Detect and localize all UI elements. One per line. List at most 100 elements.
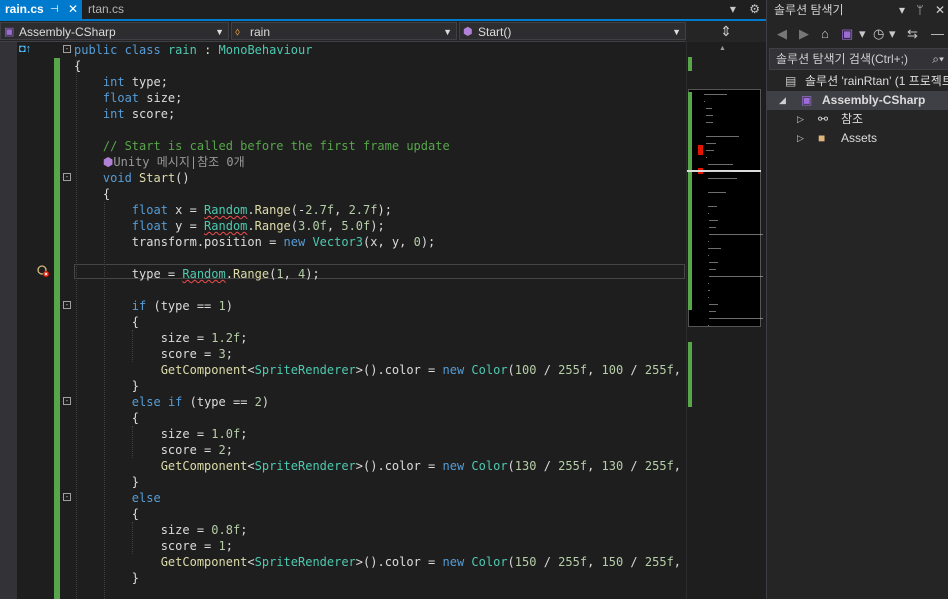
minimap-line (707, 178, 737, 179)
code-text: } (74, 571, 140, 585)
minimap-change-mark (688, 342, 692, 407)
tree-item-assets[interactable]: ▷ ■ Assets (767, 129, 948, 148)
code-line[interactable]: { (0, 314, 686, 330)
chevron-down-icon[interactable]: ▾ (889, 22, 896, 46)
collapse-toggle-icon[interactable]: - (63, 397, 71, 406)
switch-views-icon[interactable]: ▣ (841, 22, 853, 46)
tree-item-project[interactable]: ◢ ▣ Assembly-CSharp (767, 91, 948, 110)
solution-explorer: 솔루션 탐색기 ▾ ᛘ ✕ ◀ ▶ ⌂ ▣ ▾ ◷ ▾ ⇆ — 솔루션 탐색기 … (766, 0, 948, 599)
code-line[interactable]: { (0, 506, 686, 522)
code-line[interactable]: GetComponent<SpriteRenderer>().color = n… (0, 458, 686, 474)
code-line[interactable]: } (0, 570, 686, 586)
minimap-line (705, 122, 713, 123)
forward-icon[interactable]: ▶ (799, 22, 809, 46)
tree-item-solution[interactable]: ▤ 솔루션 'rainRtan' (1 프로젝트 (767, 72, 948, 91)
member-dropdown[interactable]: ⬢ Start() ▼ (459, 22, 686, 40)
code-line[interactable]: size = 1.0f; (0, 426, 686, 442)
minimap-line (707, 255, 709, 256)
code-text: GetComponent<SpriteRenderer>().color = n… (160, 555, 682, 569)
home-icon[interactable]: ⌂ (821, 22, 829, 46)
split-window-handle[interactable]: ⇕ (686, 21, 766, 42)
class-dropdown[interactable]: ⬨ rain ▼ (231, 22, 457, 40)
code-line[interactable]: - void Start() (0, 170, 686, 186)
code-text: transform.position = new Vector3(x, y, 0… (74, 235, 436, 249)
tab-rtan-cs[interactable]: rtan.cs (88, 0, 148, 19)
code-line[interactable]: GetComponent<SpriteRenderer>().color = n… (0, 362, 686, 378)
code-text: size = 1.2f; (74, 331, 248, 345)
code-line[interactable]: type = Random.Range(1, 4); (0, 266, 686, 282)
tab-rain-cs[interactable]: rain.cs ⊣ ✕ (0, 0, 82, 19)
search-icon[interactable]: ⌕▾ (932, 49, 944, 69)
code-line[interactable]: } (0, 378, 686, 394)
minimap-line (705, 136, 740, 137)
map-mode-scrollbar[interactable]: ▲ (686, 42, 767, 599)
scroll-up-icon[interactable]: ▲ (719, 45, 726, 52)
code-line[interactable] (0, 250, 686, 266)
tree-item-references[interactable]: ▷ ⚯ 참조 (767, 110, 948, 129)
code-line[interactable]: - else if (type == 2) (0, 394, 686, 410)
pin-icon[interactable]: ᛘ (916, 3, 923, 17)
minimap-line (707, 164, 733, 165)
project-dropdown[interactable]: ▣ Assembly-CSharp ▼ (0, 22, 229, 40)
sync-icon[interactable]: ⇆ (907, 22, 918, 46)
code-line[interactable]: { (0, 186, 686, 202)
code-line[interactable]: size = 0.8f; (0, 522, 686, 538)
chevron-down-icon[interactable]: ▾ (859, 22, 866, 46)
code-line[interactable]: - public class rain : MonoBehaviour (0, 42, 686, 58)
minimap-error-mark (698, 145, 703, 155)
code-line[interactable]: int type; (0, 74, 686, 90)
solution-explorer-title: 솔루션 탐색기 (774, 3, 844, 17)
code-line[interactable] (0, 122, 686, 138)
minimap-line (704, 101, 705, 102)
code-line[interactable]: - else (0, 490, 686, 506)
code-editor[interactable]: ◘↑ - public class rain : MonoBehaviour{ i… (0, 42, 686, 599)
code-line[interactable]: { (0, 410, 686, 426)
minimap-line (707, 213, 709, 214)
minimap-line (709, 227, 717, 228)
code-text: float size; (102, 91, 183, 105)
code-line[interactable]: float y = Random.Range(3.0f, 5.0f); (0, 218, 686, 234)
gear-icon[interactable]: ⚙ (749, 2, 760, 16)
code-line[interactable]: GetComponent<SpriteRenderer>().color = n… (0, 554, 686, 570)
code-line[interactable]: float size; (0, 90, 686, 106)
minimap-line (709, 276, 763, 277)
close-icon[interactable]: ✕ (68, 0, 78, 19)
collapsed-icon[interactable]: ▷ (797, 129, 804, 148)
more-icon[interactable]: — (931, 22, 944, 46)
collapse-toggle-icon[interactable]: - (63, 493, 71, 502)
code-text: ⬢Unity 메시지|참조 0개 (102, 155, 245, 169)
pin-icon[interactable]: ⊣ (50, 0, 59, 19)
code-line[interactable]: // Start is called before the first fram… (0, 138, 686, 154)
code-text: type = Random.Range(1, 4); (74, 267, 320, 281)
chevron-down-icon[interactable]: ▾ (899, 3, 905, 17)
folder-icon: ■ (818, 131, 826, 145)
collapse-toggle-icon[interactable]: - (63, 301, 71, 310)
code-line[interactable]: } (0, 474, 686, 490)
code-line[interactable] (0, 282, 686, 298)
chevron-down-icon[interactable]: ▾ (730, 2, 736, 16)
code-line[interactable]: transform.position = new Vector3(x, y, 0… (0, 234, 686, 250)
collapsed-icon[interactable]: ▷ (797, 110, 804, 129)
minimap-line (705, 143, 717, 144)
code-line[interactable]: size = 1.2f; (0, 330, 686, 346)
close-icon[interactable]: ✕ (935, 3, 945, 17)
code-line[interactable]: { (0, 58, 686, 74)
minimap-line (705, 150, 715, 151)
back-icon[interactable]: ◀ (777, 22, 787, 46)
code-line[interactable]: score = 2; (0, 442, 686, 458)
code-line[interactable]: ⬢Unity 메시지|참조 0개 (0, 154, 686, 170)
code-line[interactable]: int score; (0, 106, 686, 122)
code-line[interactable]: score = 3; (0, 346, 686, 362)
code-text: float x = Random.Range(-2.7f, 2.7f); (131, 203, 392, 217)
history-icon[interactable]: ◷ (873, 22, 884, 46)
code-line[interactable]: score = 1; (0, 538, 686, 554)
tree-item-label: Assets (841, 131, 878, 145)
solution-search-input[interactable]: 솔루션 탐색기 검색(Ctrl+;) ⌕▾ (769, 48, 948, 70)
code-line[interactable]: float x = Random.Range(-2.7f, 2.7f); (0, 202, 686, 218)
minimap-viewport[interactable] (688, 89, 761, 327)
collapse-toggle-icon[interactable]: - (63, 45, 71, 54)
minimap-line (709, 318, 763, 319)
expanded-icon[interactable]: ◢ (779, 91, 786, 110)
code-line[interactable]: - if (type == 1) (0, 298, 686, 314)
collapse-toggle-icon[interactable]: - (63, 173, 71, 182)
